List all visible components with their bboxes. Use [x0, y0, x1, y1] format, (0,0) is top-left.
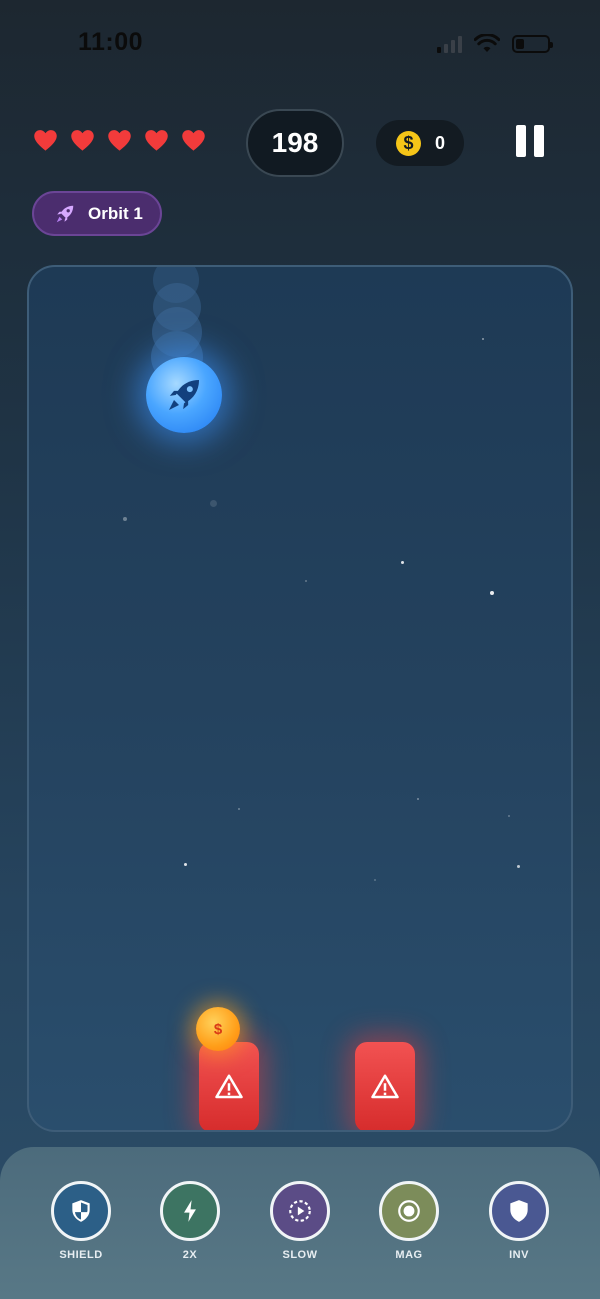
heart-icon [108, 130, 131, 151]
powerup-slow-button[interactable] [270, 1181, 330, 1241]
powerup-label: SHIELD [59, 1249, 103, 1261]
heart-icon [182, 130, 205, 151]
star [374, 879, 376, 881]
obstacle-block [355, 1042, 415, 1130]
level-label: Orbit 1 [88, 203, 143, 223]
powerup-2x[interactable]: 2X [150, 1181, 230, 1261]
rocket-icon [56, 205, 74, 222]
powerup-inv-button[interactable] [489, 1181, 549, 1241]
powerup-label: MAG [395, 1249, 423, 1261]
powerup-slow[interactable]: SLOW [260, 1181, 340, 1261]
star [305, 580, 307, 582]
shield-half-icon [72, 1200, 90, 1222]
status-time: 11:00 [78, 28, 144, 56]
warning-icon [371, 1074, 399, 1099]
status-bar: 11:00 [0, 0, 600, 90]
heart-icon [34, 130, 57, 151]
star [517, 865, 520, 868]
powerup-bar: SHIELD 2X SLOW MAG INV [0, 1147, 600, 1299]
star [210, 500, 217, 507]
game-hud: 198 $ 0 [0, 105, 600, 180]
star [184, 863, 187, 866]
powerup-2x-button[interactable] [160, 1181, 220, 1241]
star [417, 798, 419, 800]
slow-motion-icon [289, 1200, 311, 1222]
coin-pickup: $ [196, 1007, 240, 1051]
lightning-icon [184, 1200, 196, 1222]
heart-icon [145, 130, 168, 151]
star [508, 815, 510, 817]
powerup-label: INV [509, 1249, 529, 1261]
level-badge: Orbit 1 [32, 191, 162, 236]
powerup-shield[interactable]: SHIELD [41, 1181, 121, 1261]
star [123, 517, 127, 521]
coin-counter: $ 0 [376, 120, 464, 166]
game-arena[interactable]: $ [27, 265, 573, 1132]
pause-bar-left [516, 125, 526, 157]
heart-icon [71, 130, 94, 151]
powerup-inv[interactable]: INV [479, 1181, 559, 1261]
lives-hearts [32, 127, 207, 154]
score-display: 198 [246, 109, 344, 177]
pause-bar-right [534, 125, 544, 157]
shield-icon [510, 1200, 528, 1222]
player-orb [146, 357, 222, 433]
warning-icon [215, 1074, 243, 1099]
cellular-signal-icon [437, 35, 462, 53]
magnet-target-icon [398, 1200, 420, 1222]
coin-count: 0 [435, 132, 446, 153]
dollar-coin-icon: $ [396, 130, 421, 156]
star [401, 561, 404, 564]
powerup-mag-button[interactable] [379, 1181, 439, 1241]
star [490, 591, 494, 595]
obstacle-block [199, 1042, 259, 1130]
powerup-mag[interactable]: MAG [369, 1181, 449, 1261]
rocket-icon [169, 380, 199, 410]
star [482, 338, 484, 340]
powerup-label: 2X [182, 1249, 198, 1261]
battery-icon [512, 35, 553, 53]
pause-button[interactable] [516, 125, 548, 161]
powerup-label: SLOW [282, 1249, 318, 1261]
status-icons [437, 34, 553, 54]
powerup-shield-button[interactable] [51, 1181, 111, 1241]
wifi-icon [474, 34, 500, 52]
star [238, 808, 240, 810]
